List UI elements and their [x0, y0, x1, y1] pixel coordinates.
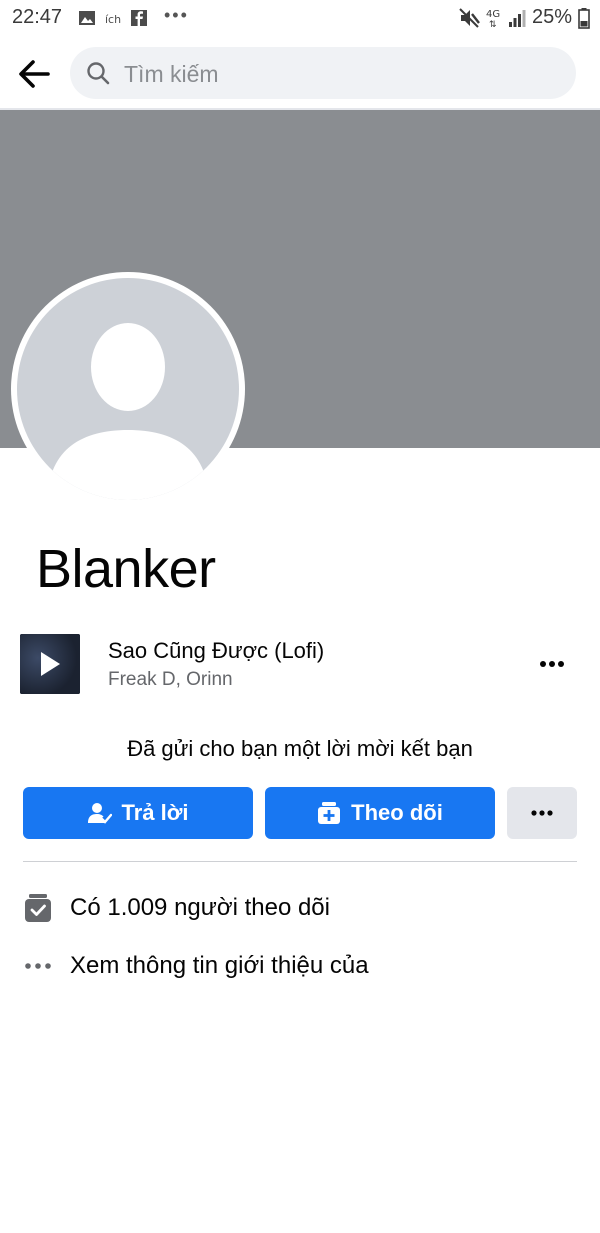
battery-icon [578, 7, 590, 29]
arrow-left-icon [19, 60, 50, 88]
signal-icon [508, 9, 526, 27]
follow-button[interactable]: Theo dõi [265, 787, 495, 839]
reply-button-label: Trả lời [121, 800, 189, 825]
notification-icons: ích ••• [78, 4, 189, 29]
profile-music: Sao Cũng Được (Lofi) Freak D, Orinn [20, 634, 580, 694]
person-silhouette-icon [47, 323, 209, 500]
mute-icon [459, 7, 480, 28]
music-more-button[interactable] [532, 648, 572, 680]
about-info-row[interactable]: Xem thông tin giới thiệu của [24, 948, 369, 984]
friend-request-message: Đã gửi cho bạn một lời mời kết bạn [127, 736, 473, 761]
about-info-text: Xem thông tin giới thiệu của [70, 952, 369, 979]
search-icon [87, 62, 110, 85]
more-horizontal-icon [531, 810, 553, 816]
reply-button[interactable]: Trả lời [23, 787, 253, 839]
follow-icon [318, 802, 341, 824]
followers-count-text: Có 1.009 người theo dõi [70, 894, 330, 921]
search-box[interactable] [70, 47, 576, 101]
system-icons: 4G ⇅ 25% [458, 6, 590, 29]
more-horizontal-icon [25, 963, 51, 969]
status-time: 22:47 [12, 6, 63, 28]
profile-name: Blanker [36, 539, 216, 599]
more-dots-icon: ••• [164, 4, 189, 25]
default-avatar-placeholder [17, 278, 239, 500]
svg-text:⇅: ⇅ [489, 20, 497, 29]
search-input[interactable] [122, 47, 546, 101]
song-artist: Freak D, Orinn [108, 669, 233, 690]
image-icon [79, 11, 95, 25]
person-check-icon [87, 803, 112, 824]
song-title: Sao Cũng Được (Lofi) [108, 638, 325, 663]
svg-text:ích: ích [105, 13, 121, 26]
more-actions-button[interactable] [507, 787, 577, 839]
more-horizontal-icon [540, 661, 564, 667]
followers-row: Có 1.009 người theo dõi [24, 890, 330, 926]
network-type-icon: 4G ⇅ [486, 9, 500, 29]
follower-check-icon [25, 894, 51, 922]
svg-text:4G: 4G [486, 9, 500, 20]
back-button[interactable] [14, 54, 54, 94]
search-header [0, 40, 600, 108]
section-divider [23, 861, 577, 862]
battery-percent: 25% [531, 6, 572, 28]
follow-button-label: Theo dõi [351, 800, 443, 825]
facebook-icon [131, 10, 147, 26]
status-bar: 22:47 ích ••• 4G ⇅ 25% [0, 0, 600, 36]
play-icon [41, 652, 60, 676]
app-icon: ích [105, 13, 121, 26]
album-art[interactable] [20, 634, 80, 694]
profile-avatar[interactable] [11, 272, 245, 506]
